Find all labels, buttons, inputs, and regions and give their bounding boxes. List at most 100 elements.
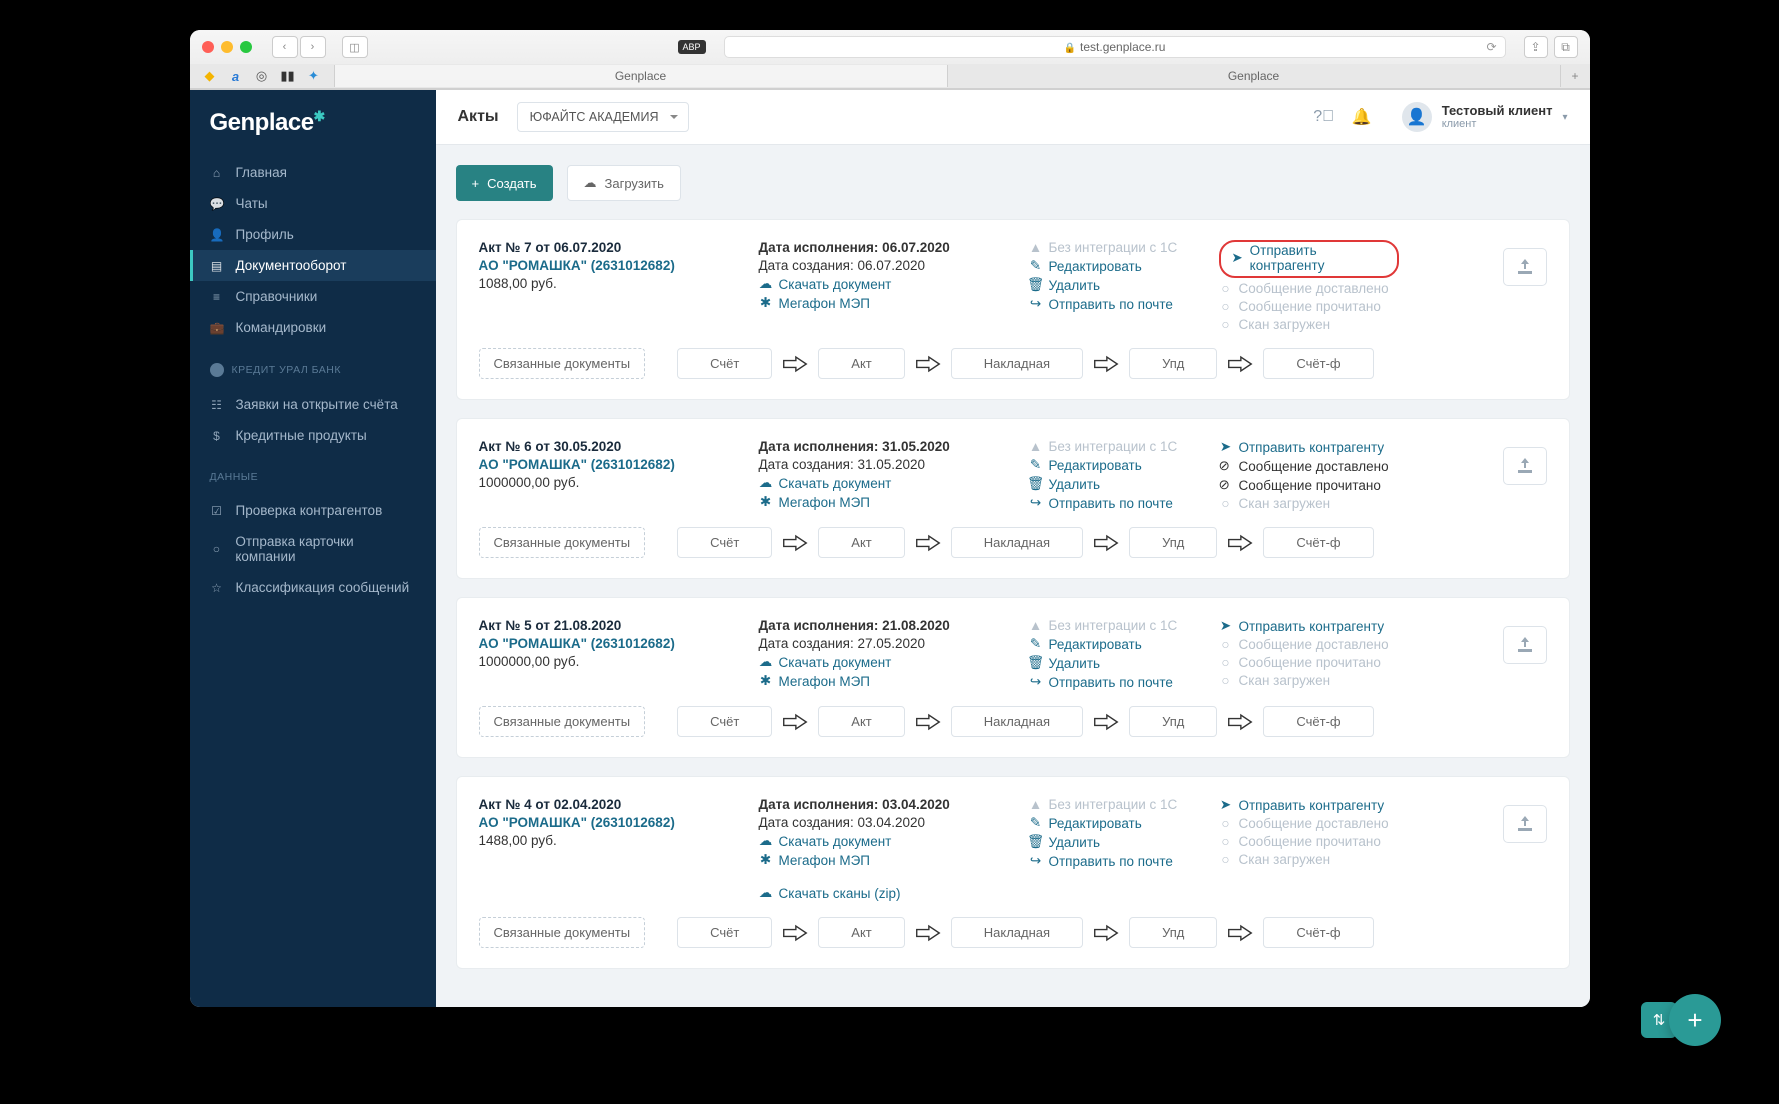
create-button[interactable]: +Создать [456,165,553,201]
megafon-link[interactable]: ✱Мегафон МЭП [759,852,1009,868]
edit-link[interactable]: ✎Редактировать [1029,258,1199,274]
user-menu[interactable]: 👤 Тестовый клиент клиент ▾ [1402,102,1568,132]
browser-tab[interactable]: Genplace [947,65,1560,87]
sidebar-item[interactable]: ☷Заявки на открытие счёта [190,389,436,420]
sidebar-item[interactable]: ≡Справочники [190,281,436,312]
related-docs-button[interactable]: Связанные документы [479,527,646,558]
minimize-icon[interactable] [221,41,233,53]
gear-icon: ✱ [759,295,773,311]
act-company[interactable]: АО "РОМАШКА" (2631012682) [479,457,739,472]
send-icon: ➤ [1231,250,1244,266]
flow-step[interactable]: Счёт [677,917,772,948]
related-docs-button[interactable]: Связанные документы [479,917,646,948]
flow-step[interactable]: Накладная [951,348,1083,379]
sidebar-item[interactable]: $Кредитные продукты [190,420,436,451]
back-button[interactable]: ‹ [272,36,298,58]
download-link[interactable]: ☁Скачать документ [759,654,1009,670]
download-link[interactable]: ☁Скачать документ [759,475,1009,491]
sidebar-item[interactable]: ▤Документооборот [190,250,436,281]
edit-link[interactable]: ✎Редактировать [1029,815,1199,831]
send-counterparty-link[interactable]: ➤Отправить контрагенту [1219,618,1399,634]
fab-add[interactable]: + [1669,994,1721,1046]
upload-scan-button[interactable] [1503,805,1547,843]
maximize-icon[interactable] [240,41,252,53]
flow-step[interactable]: Акт [818,706,904,737]
flow-step[interactable]: Упд [1129,348,1217,379]
sidebar-item[interactable]: ⌂Главная [190,157,436,188]
sidebar-section-data: ДАННЫЕ [190,457,436,489]
flow-step[interactable]: Упд [1129,527,1217,558]
flow-step[interactable]: Счёт-ф [1263,706,1373,737]
related-docs-button[interactable]: Связанные документы [479,348,646,379]
delete-link[interactable]: 🗑Удалить [1029,655,1199,671]
act-company[interactable]: АО "РОМАШКА" (2631012682) [479,815,739,830]
flow-step[interactable]: Упд [1129,706,1217,737]
flow-step[interactable]: Счёт [677,527,772,558]
edit-link[interactable]: ✎Редактировать [1029,636,1199,652]
send-icon: ➤ [1219,797,1233,813]
delete-link[interactable]: 🗑Удалить [1029,834,1199,850]
flow-step[interactable]: Акт [818,348,904,379]
send-counterparty-link[interactable]: ➤Отправить контрагенту [1231,243,1387,273]
window-controls[interactable] [202,41,252,53]
upload-scan-button[interactable] [1503,447,1547,485]
upload-scan-button[interactable] [1503,248,1547,286]
megafon-link[interactable]: ✱Мегафон МЭП [759,673,1009,689]
sidebar-toggle[interactable]: ◫ [342,36,368,58]
megafon-link[interactable]: ✱Мегафон МЭП [759,494,1009,510]
org-select[interactable]: ЮФАЙТС АКАДЕМИЯ [517,102,690,132]
flow-step[interactable]: Упд [1129,917,1217,948]
send-mail-link[interactable]: ↪Отправить по почте [1029,296,1199,312]
status-scan: ○Скан загружен [1219,852,1399,867]
browser-tab[interactable]: Genplace [334,65,947,87]
close-icon[interactable] [202,41,214,53]
forward-button[interactable]: › [300,36,326,58]
send-mail-link[interactable]: ↪Отправить по почте [1029,853,1199,869]
act-price: 1000000,00 руб. [479,654,739,669]
flow-step[interactable]: Накладная [951,706,1083,737]
plus-icon: + [472,176,480,191]
flow-step[interactable]: Акт [818,917,904,948]
help-icon[interactable]: ?⃝ [1314,107,1334,127]
download-link[interactable]: ☁Скачать документ [759,276,1009,292]
act-title: Акт № 5 от 21.08.2020 [479,618,739,633]
send-mail-link[interactable]: ↪Отправить по почте [1029,674,1199,690]
cloud-download-icon: ☁ [759,276,773,292]
sidebar-item[interactable]: 💬Чаты [190,188,436,219]
act-company[interactable]: АО "РОМАШКА" (2631012682) [479,636,739,651]
url-bar[interactable]: test.genplace.ru⟳ [724,36,1506,58]
flow-step[interactable]: Счёт [677,348,772,379]
share-icon[interactable]: ⇪ [1524,36,1548,58]
flow-step[interactable]: Счёт-ф [1263,917,1373,948]
tabs-icon[interactable]: ⧉ [1554,36,1578,58]
delete-link[interactable]: 🗑Удалить [1029,277,1199,293]
sidebar-item[interactable]: ○Отправка карточки компании [190,526,436,572]
flow-step[interactable]: Счёт-ф [1263,348,1373,379]
act-company[interactable]: АО "РОМАШКА" (2631012682) [479,258,739,273]
flow-step[interactable]: Акт [818,527,904,558]
delete-link[interactable]: 🗑Удалить [1029,476,1199,492]
upload-scan-button[interactable] [1503,626,1547,664]
refresh-icon[interactable]: ⟳ [1486,40,1496,54]
flow-step[interactable]: Счёт [677,706,772,737]
send-counterparty-link[interactable]: ➤Отправить контрагенту [1219,439,1399,455]
flow-step[interactable]: Накладная [951,527,1083,558]
new-tab-button[interactable]: + [1560,65,1590,87]
upload-button[interactable]: ☁Загрузить [567,165,681,201]
download-scans-link[interactable]: ☁Скачать сканы (zip) [759,885,1009,901]
edit-link[interactable]: ✎Редактировать [1029,457,1199,473]
megafon-link[interactable]: ✱Мегафон МЭП [759,295,1009,311]
sidebar-item[interactable]: 👤Профиль [190,219,436,250]
send-counterparty-link[interactable]: ➤Отправить контрагенту [1219,797,1399,813]
related-docs-button[interactable]: Связанные документы [479,706,646,737]
share-icon: ↪ [1029,296,1043,312]
sidebar-item[interactable]: ☆Классификация сообщений [190,572,436,603]
download-link[interactable]: ☁Скачать документ [759,833,1009,849]
flow-step[interactable]: Счёт-ф [1263,527,1373,558]
send-mail-link[interactable]: ↪Отправить по почте [1029,495,1199,511]
sidebar-item[interactable]: ☑Проверка контрагентов [190,495,436,526]
bell-icon[interactable]: 🔔 [1352,107,1372,127]
bookmark-icons[interactable]: ◆ a ◎ ▮▮ ✦ [190,64,334,88]
flow-step[interactable]: Накладная [951,917,1083,948]
sidebar-item[interactable]: 💼Командировки [190,312,436,343]
